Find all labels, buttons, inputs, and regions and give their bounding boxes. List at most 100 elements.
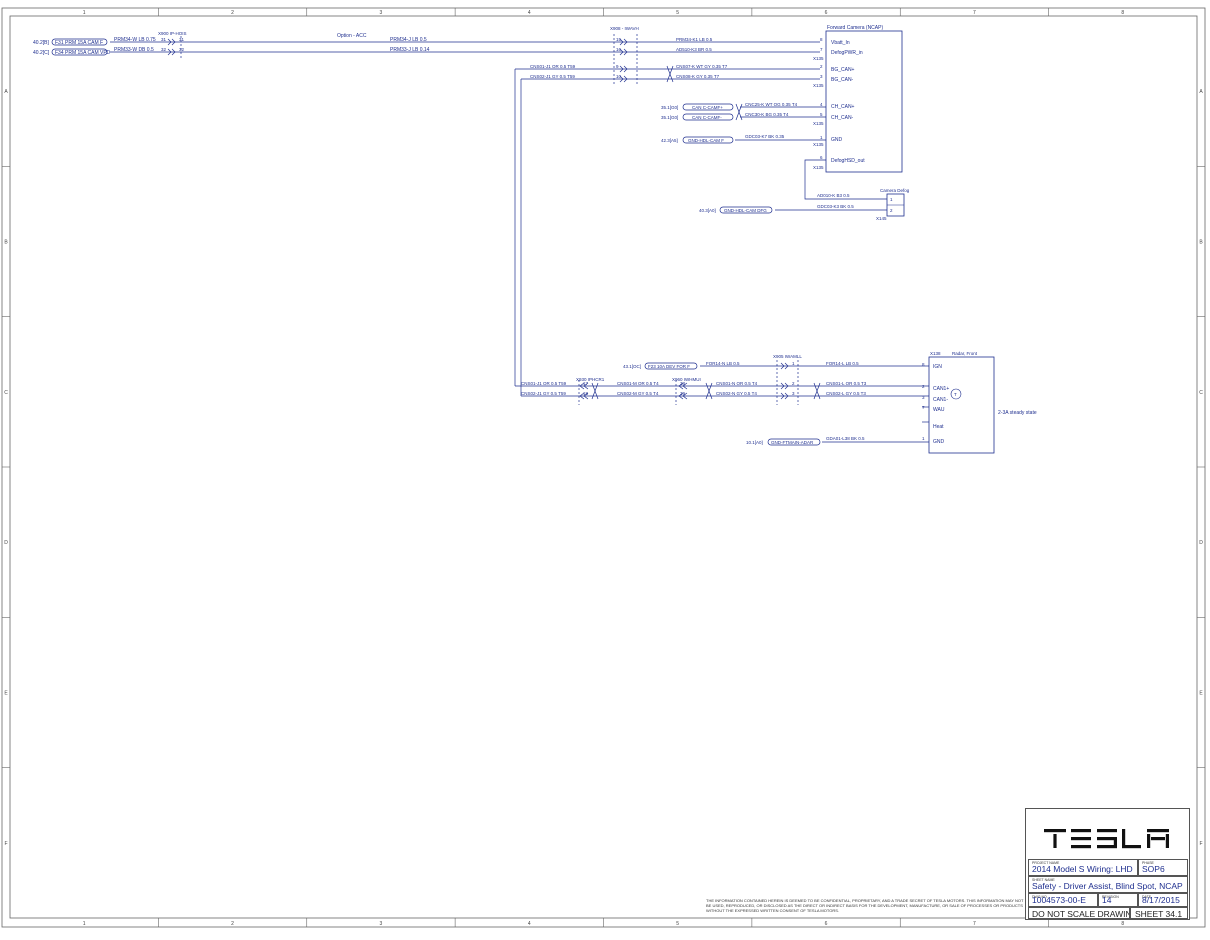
- camera-pin-4: 4: [820, 102, 823, 107]
- zone-row-left-A: A: [4, 89, 8, 95]
- zone-col-bottom-3: 3: [380, 921, 383, 927]
- x908-pin-15: 15: [616, 37, 622, 42]
- defog-ref: 40.3[A0]: [699, 208, 716, 213]
- camera-gnd-splice: GND-HDL-CAM F: [688, 138, 724, 143]
- defog-conn: X145: [876, 216, 887, 221]
- phase-cell: PHASE SOP6: [1138, 859, 1188, 876]
- zone-grid: 1 1 2 2 3 3 4 4 5 5 6 6 7 7 8 8 A A B B C C D D E E F F: [2, 8, 1205, 927]
- ch-can-splice-2: CAN C-CAMF-: [692, 115, 722, 120]
- x960-label: X960 IWHMUI: [672, 377, 701, 382]
- zone-row-left-D: D: [4, 540, 8, 546]
- x908-wire-4: CNS08-K GY 0.35 T7: [676, 74, 720, 79]
- camera-pin-3: 3: [820, 74, 823, 79]
- zone-row-left-F: F: [4, 841, 7, 847]
- revision-cell: REVISION 14: [1098, 893, 1138, 907]
- radar-pin-7: 7: [922, 405, 925, 410]
- camera-gnd-wire: GDC03-K7 BK 0.35: [745, 134, 785, 139]
- x960-pin-38: 38: [680, 381, 686, 386]
- zone-row-right-B: B: [1199, 240, 1203, 246]
- sheet-name-cell: SHEET NAME Safety - Driver Assist, Blind…: [1028, 876, 1188, 893]
- x905-label: X905 IWAMLL: [773, 354, 802, 359]
- defog-wire-2: GDC03-K3 BK 0.5: [817, 204, 854, 209]
- zone-row-right-E: E: [1199, 691, 1203, 697]
- defog-title: Camera Defog: [880, 188, 910, 193]
- defog-pin-2: 2: [890, 208, 893, 213]
- x908-labels: X908 - IWAVH 15 16 9 10 PRM34-K1 LB 0.5 …: [530, 26, 728, 79]
- zone-row-right-C: C: [1199, 390, 1203, 396]
- camera-label-defog-hsd: DefogHSD_out: [831, 158, 865, 164]
- option-acc-label: Option - ACC: [337, 33, 367, 39]
- ch-can-wire-1: CNC25-K WT OG 0.35 T4: [745, 102, 798, 107]
- zone-col-top-4: 4: [528, 10, 531, 16]
- radar-ign-ref: 43.1[OC]: [623, 364, 641, 369]
- scale-note-cell: DO NOT SCALE DRAWING: [1028, 907, 1130, 919]
- ch-can-splice-1: CAN C-CAMF+: [692, 105, 723, 110]
- zone-row-right-A: A: [1199, 89, 1203, 95]
- zone-col-top-6: 6: [825, 10, 828, 16]
- radar-current-note: 2-3A steady state: [998, 410, 1037, 416]
- camera-pin-7: 7: [820, 47, 823, 52]
- radar-pin-1: 1: [922, 436, 925, 441]
- phase-value: SOP6: [1142, 864, 1165, 874]
- camera-label-bg-can-plus: BG_CAN+: [831, 67, 855, 73]
- radar-gnd-wire: GDA01-L38 BK 0.5: [826, 436, 865, 441]
- radar-label-can1-plus: CAN1+: [933, 386, 949, 392]
- x908-pin-9: 9: [616, 64, 619, 69]
- radar-can-mid-2: CNS02-M GY 0.5 T4: [617, 391, 659, 396]
- x900-pin-31-left: 31: [161, 37, 167, 42]
- x908-connector-label: X908 - IWAVH: [610, 26, 639, 31]
- sheet-number-cell: SHEET 34.1: [1130, 907, 1188, 919]
- zone-col-top-3: 3: [380, 10, 383, 16]
- project-cell: PROJECT NAME 2014 Model S Wiring: LHD: [1028, 859, 1138, 876]
- project-name: 2014 Model S Wiring: LHD: [1032, 864, 1133, 874]
- zone-col-bottom-6: 6: [825, 921, 828, 927]
- x905-pin-1: 1: [792, 361, 795, 366]
- feed1-wire-a: PRM34-W LB 0.75: [114, 37, 156, 43]
- x908-pin-16: 16: [616, 47, 622, 52]
- x930-label: X930 IPHCR1: [576, 377, 605, 382]
- radar-gnd-ref: 10.1[A0]: [746, 440, 763, 445]
- drawing-number: 1004573-00-E: [1032, 895, 1086, 905]
- x905-pin-3: 3: [792, 391, 795, 396]
- radar-label-ign: IGN: [933, 364, 942, 370]
- radar-can-mid-1: CNS01-M OR 0.5 T4: [617, 381, 659, 386]
- radar-ign-wire-2: FOR14-L LB 0.5: [826, 361, 859, 366]
- x900-pin-32-right: 32: [179, 47, 185, 52]
- zone-col-top-2: 2: [231, 10, 234, 16]
- camera-pin-1: 1: [820, 135, 823, 140]
- radar-conn: X138: [930, 351, 941, 356]
- x960-pin-39: 39: [680, 391, 686, 396]
- x908-wire-1: PRM34-K1 LB 0.5: [676, 37, 713, 42]
- camera-gnd-ref: 42.3[A5]: [661, 138, 678, 143]
- x930-pin-17: 17: [583, 381, 589, 386]
- ch-can-ref-2: 35.1[G0]: [661, 115, 678, 120]
- x900-connector-label: X900 IP-HOIS: [158, 31, 187, 36]
- camera-label-gnd: GND: [831, 137, 843, 143]
- wiring-schematic-sheet: 1 1 2 2 3 3 4 4 5 5 6 6 7 7 8 8 A A B B C C D D E E F F 40.2[B] F31…: [1, 7, 1206, 928]
- zone-row-right-D: D: [1199, 540, 1203, 546]
- radar-label-can1-minus: CAN1-: [933, 397, 948, 403]
- radar-label-wau: WAU: [933, 407, 945, 413]
- revision-value: 14: [1102, 895, 1112, 905]
- camera-label-vbatt: Vbatt_In: [831, 40, 850, 46]
- defog-splice: GND-HDL-CAM DFG: [724, 208, 767, 213]
- sheet-number: SHEET 34.1: [1135, 909, 1183, 919]
- zone-col-bottom-2: 2: [231, 921, 234, 927]
- zone-col-top-1: 1: [83, 10, 86, 16]
- ch-can-wire-2: CNC30-K BG 0.35 T4: [745, 112, 789, 117]
- radar-gnd-splice: GND-FTMAIN-ADAR: [771, 440, 814, 445]
- feed2-ref: 40.2[C]: [33, 50, 50, 56]
- zone-col-bottom-5: 5: [676, 921, 679, 927]
- radar-label-heat: Heat: [933, 424, 944, 430]
- x905-pin-2: 2: [792, 381, 795, 386]
- radar-title: Radar, Front: [952, 351, 978, 356]
- zone-col-top-8: 8: [1121, 10, 1124, 16]
- radar-pin-2: 2: [922, 384, 925, 389]
- radar-ign-wire-1: FOR14-N LB 0.5: [706, 361, 740, 366]
- zone-col-bottom-1: 1: [83, 921, 86, 927]
- x908-pin-10: 10: [616, 74, 622, 79]
- feed2-fuse: F34 PRM 15A CAM VPD: [55, 50, 111, 56]
- defog-wire-1: AD010-K B3 0.5: [817, 193, 850, 198]
- defog-pin-1: 1: [890, 197, 893, 202]
- feed1-wire-b: PRM34-J LB 0.5: [390, 37, 427, 43]
